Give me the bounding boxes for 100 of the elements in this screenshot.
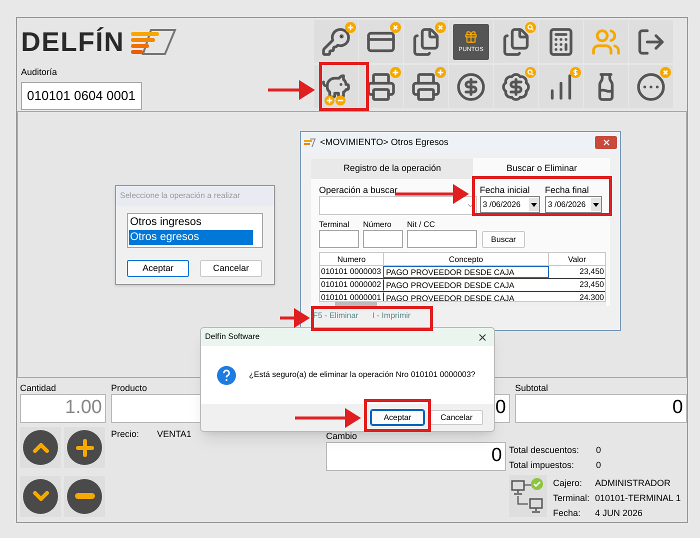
session-value: 4 JUN 2026 [595, 507, 643, 520]
window-title: <MOVIMIENTO> Otros Egresos [320, 136, 450, 149]
filter-field[interactable] [363, 230, 403, 248]
field-label: Auditoría [21, 66, 58, 79]
toolbar-button[interactable] [449, 65, 493, 108]
toolbar-button[interactable] [494, 20, 538, 63]
close-icon [602, 138, 610, 147]
toolbar-button[interactable] [584, 65, 628, 108]
field-label: Fecha inicial [480, 184, 531, 196]
table-cell-text: 24.300 [578, 292, 605, 302]
field-label: Producto [111, 382, 148, 394]
dialog-button[interactable]: Aceptar [371, 410, 424, 425]
table-cell-text: 010101 0000002 [320, 279, 382, 291]
toolbar-button[interactable] [359, 65, 403, 108]
field-label: Nit / CC [407, 219, 436, 230]
field-label: Cantidad [20, 382, 58, 394]
search-badge-icon [525, 67, 536, 78]
toolbar-button[interactable] [629, 65, 673, 108]
toolbar-button[interactable] [314, 65, 358, 108]
field-label: Operación a buscar [319, 184, 398, 196]
dialog-button[interactable]: Cancelar [430, 410, 483, 425]
toolbar-button[interactable] [404, 65, 448, 108]
coin-icon [456, 72, 486, 102]
plus-minus-badge-icon [324, 95, 346, 106]
toolbar-button[interactable] [539, 20, 583, 63]
annotation-arrow [280, 308, 310, 328]
gift-icon [464, 30, 478, 44]
change-field[interactable]: 0 [326, 442, 506, 471]
plus-badge-icon [390, 67, 401, 78]
table-cell-text: 23,450 [578, 266, 605, 278]
plus-badge-icon [435, 67, 446, 78]
filter-field[interactable] [319, 230, 359, 248]
date-value: 3 /06/2026 [482, 198, 522, 210]
total-value: 0 [596, 444, 602, 457]
field-label: Fecha final [544, 184, 590, 196]
table-cell-text: 23,450 [578, 279, 605, 291]
subtotal-field[interactable]: 0 [515, 394, 687, 423]
toolbar-button[interactable] [494, 65, 538, 108]
toolbar-button[interactable] [359, 20, 403, 63]
highlight-frame [319, 62, 369, 111]
dialog-button[interactable]: Aceptar [127, 260, 189, 277]
caret-icon [528, 198, 539, 211]
operation-list[interactable]: Otros ingresos Otros egresos [127, 213, 263, 248]
price-label: Precio: [111, 428, 140, 441]
date-picker[interactable]: 3 /06/2026 [544, 196, 602, 213]
close-icon[interactable] [477, 332, 488, 342]
documents-icon [411, 26, 441, 56]
search-button[interactable]: Buscar [482, 231, 525, 248]
field-label: Cambio [326, 430, 358, 442]
column-header: Valor [566, 254, 588, 265]
question-icon [217, 366, 236, 384]
total-label: Total descuentos: [509, 444, 580, 457]
table-cell: PAGO PROVEEDOR DESDE CAJA [383, 279, 549, 291]
dollar-badge-icon [570, 67, 581, 78]
session-label: Terminal: [553, 492, 591, 505]
logo-icon [128, 28, 176, 56]
shortcut-hint: I - Imprimir [372, 310, 411, 322]
up-button[interactable] [20, 427, 61, 468]
minus-button[interactable] [64, 476, 105, 516]
session-value: ADMINISTRADOR [595, 477, 671, 490]
plus-button[interactable] [64, 427, 105, 468]
down-button[interactable] [20, 476, 61, 516]
table-cell-text: 010101 0000001 [320, 292, 382, 302]
annotation-arrow [268, 80, 315, 100]
field-label: Número [363, 219, 392, 230]
annotation-arrow [295, 408, 361, 428]
confirm-message: ¿Está seguro(a) de eliminar la operación Nro 010101 0000003? [249, 369, 476, 381]
dialog-title: Delfín Software [205, 331, 261, 343]
toolbar-button[interactable] [314, 20, 358, 63]
dialog-title: Seleccione la operación a realizar [120, 190, 240, 202]
operation-item[interactable]: Otros egresos [129, 230, 253, 245]
session-value: 010101-TERMINAL 1 [595, 492, 681, 505]
total-label: Total impuestos: [509, 459, 576, 472]
operation-combobox[interactable] [319, 196, 477, 215]
printer-icon [366, 72, 396, 102]
documents-icon [501, 26, 531, 56]
exit-icon [636, 26, 666, 56]
operation-item[interactable]: Otros ingresos [129, 215, 253, 230]
audit-field[interactable]: 010101 0604 0001 [21, 82, 142, 110]
search-badge-icon [525, 22, 536, 33]
quantity-field[interactable]: 1.00 [20, 394, 106, 423]
minus-icon [74, 493, 94, 499]
tab[interactable]: Registro de la operación [311, 159, 474, 179]
column-header: Concepto [383, 253, 549, 265]
price-list-value: VENTA1 [157, 428, 192, 441]
highlight-frame [364, 399, 431, 432]
dialog-button[interactable]: Cancelar [200, 260, 262, 277]
x-badge-icon [660, 67, 671, 78]
close-button[interactable] [595, 136, 617, 149]
printer-icon [411, 72, 441, 102]
session-label: Cajero: [553, 477, 584, 490]
dots-circle-icon [636, 72, 666, 102]
filter-field[interactable] [407, 230, 477, 248]
column-header: Numero [336, 254, 367, 265]
toolbar-button[interactable] [629, 20, 673, 63]
users-icon [591, 26, 621, 56]
toolbar-button[interactable] [404, 20, 448, 63]
date-picker[interactable]: 3 /06/2026 [480, 196, 540, 213]
field-label: Terminal [319, 219, 350, 230]
toolbar-button[interactable] [539, 65, 583, 108]
